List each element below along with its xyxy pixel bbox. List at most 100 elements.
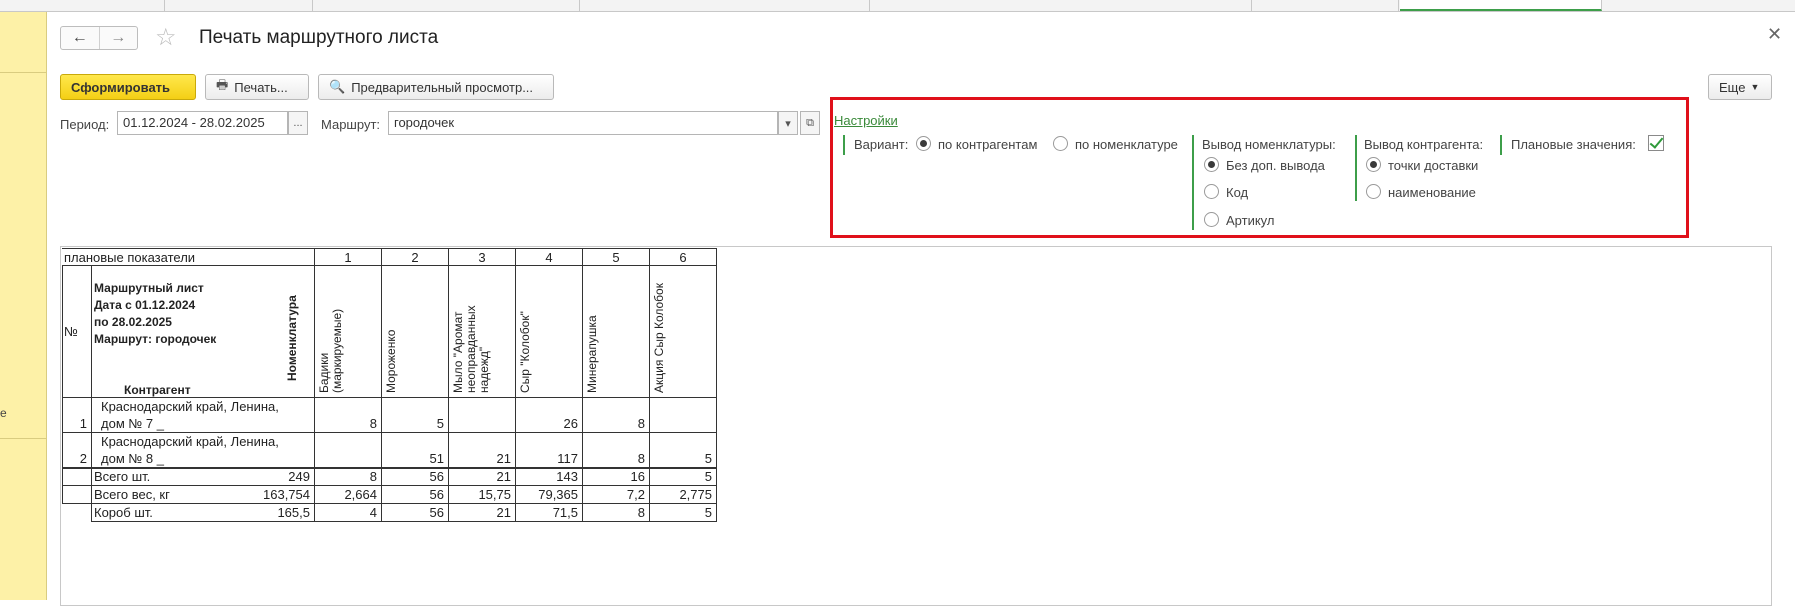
nomenclature-option-article[interactable]: Артикул (1226, 213, 1274, 228)
value-cell: 79,365 (538, 487, 578, 502)
print-button[interactable]: 🖶 Печать... (205, 74, 309, 100)
nomenclature-option-code[interactable]: Код (1226, 185, 1248, 200)
variant-option-counterparty[interactable]: по контрагентам (938, 137, 1037, 152)
column-number: 5 (612, 250, 620, 265)
window-tab[interactable] (0, 0, 165, 11)
value-cell: 5 (704, 505, 712, 520)
variant-label: Вариант: (854, 137, 909, 152)
group-marker (843, 135, 845, 155)
route-label: Маршрут: (321, 117, 381, 132)
column-number: 2 (411, 250, 419, 265)
panel-cut-label[interactable]: е (0, 406, 7, 420)
printer-icon: 🖶 (216, 77, 229, 92)
history-nav: ← → (60, 26, 138, 50)
value-cell: 8 (637, 416, 645, 431)
plan-values-checkbox[interactable] (1648, 135, 1664, 151)
panel-divider (0, 72, 47, 73)
group-marker (1355, 135, 1357, 201)
chevron-down-icon: ▾ (785, 117, 791, 130)
row-number: 2 (79, 451, 87, 466)
total-label: Всего шт. (94, 469, 151, 484)
counterparty-option-name[interactable]: наименование (1388, 185, 1476, 200)
forward-arrow-icon[interactable]: → (98, 27, 138, 49)
value-cell: 8 (369, 416, 377, 431)
more-button[interactable]: Еще ▼ (1708, 74, 1772, 100)
window-tab[interactable] (580, 0, 870, 11)
window-tab[interactable] (1252, 0, 1399, 11)
route-field[interactable]: городочек (388, 111, 778, 135)
plan-indicators-label: плановые показатели (64, 250, 196, 265)
column-number: 1 (344, 250, 352, 265)
total-label: Всего вес, кг (94, 487, 170, 502)
value-cell: 117 (557, 451, 578, 466)
value-cell: 21 (496, 469, 511, 484)
close-icon[interactable]: ✕ (1767, 24, 1782, 45)
variant-radio-nomenclature[interactable] (1053, 136, 1068, 151)
group-marker (1192, 135, 1194, 230)
favorite-star-icon[interactable]: ☆ (155, 24, 177, 52)
value-cell: 5 (704, 451, 712, 466)
window-tab[interactable] (165, 0, 313, 11)
value-cell: 56 (429, 505, 444, 520)
product-header: Бадики (маркируемые) (317, 308, 344, 393)
value-cell: 5 (704, 469, 712, 484)
value-cell: 16 (630, 469, 645, 484)
period-field[interactable]: 01.12.2024 - 28.02.2025 (117, 111, 288, 135)
nomenclature-radio-code[interactable] (1204, 184, 1219, 199)
settings-link[interactable]: Настройки (834, 113, 898, 128)
back-arrow-icon[interactable]: ← (61, 27, 99, 49)
value-cell: 4 (369, 505, 377, 520)
generate-button[interactable]: Сформировать (60, 74, 196, 100)
counterparty-address[interactable]: дом № 8 _ (101, 452, 164, 466)
window-tab-active[interactable] (1400, 0, 1602, 11)
value-cell: 15,75 (478, 487, 511, 502)
value-cell: 143 (556, 469, 578, 484)
report-route: Маршрут: городочек (94, 332, 217, 346)
chevron-down-icon: ▼ (1750, 82, 1760, 92)
period-label: Период: (60, 117, 110, 132)
value-cell: 2,775 (679, 487, 712, 502)
value-cell: 8 (637, 505, 645, 520)
value-cell: 71,5 (552, 505, 578, 520)
product-header: Сыр "Колобок" (518, 311, 532, 393)
preview-button[interactable]: 🔍 Предварительный просмотр... (318, 74, 554, 100)
nomenclature-header: Номенклатура (285, 295, 299, 381)
route-open-button[interactable]: ⧉ (800, 111, 820, 135)
value-cell: 51 (429, 451, 444, 466)
report-title: Маршрутный лист (94, 281, 204, 295)
value-cell: 5 (436, 416, 444, 431)
counterparty-address[interactable]: Краснодарский край, Ленина, (101, 400, 279, 414)
variant-option-nomenclature[interactable]: по номенклатуре (1075, 137, 1178, 152)
counterparty-option-delivery-point[interactable]: точки доставки (1388, 158, 1478, 173)
counterparty-radio-delivery-point[interactable] (1366, 157, 1381, 172)
window-tab[interactable] (870, 0, 1252, 11)
value-cell: 2,664 (344, 487, 377, 502)
window-tab[interactable] (313, 0, 580, 11)
counterparty-radio-name[interactable] (1366, 184, 1381, 199)
nomenclature-option-none[interactable]: Без доп. вывода (1226, 158, 1325, 173)
nomenclature-radio-none[interactable] (1204, 157, 1219, 172)
tab-strip (0, 0, 1795, 12)
report-date-from: Дата с 01.12.2024 (94, 298, 196, 312)
total-value: 163,754 (263, 487, 310, 502)
preview-label: Предварительный просмотр... (351, 79, 534, 95)
counterparty-address[interactable]: дом № 7 _ (101, 417, 164, 431)
product-header: Мыло "Аромат неоправданных надежд" (451, 305, 491, 393)
generate-label: Сформировать (71, 79, 171, 95)
column-number: 6 (679, 250, 687, 265)
plan-values-label: Плановые значения: (1511, 137, 1636, 152)
period-select-button[interactable]: ... (288, 111, 308, 135)
print-label: Печать... (234, 79, 288, 95)
group-marker (1500, 135, 1502, 155)
total-value: 249 (288, 469, 310, 484)
variant-radio-counterparty[interactable] (916, 136, 931, 151)
value-cell: 8 (637, 451, 645, 466)
counterparty-address[interactable]: Краснодарский край, Ленина, (101, 435, 279, 449)
column-number: 4 (545, 250, 553, 265)
value-cell: 56 (429, 487, 444, 502)
left-section-panel: е (0, 12, 47, 600)
nomenclature-radio-article[interactable] (1204, 212, 1219, 227)
counterparty-header: Контрагент (124, 383, 191, 397)
route-dropdown-button[interactable]: ▾ (778, 111, 798, 135)
open-form-icon: ⧉ (806, 116, 814, 129)
